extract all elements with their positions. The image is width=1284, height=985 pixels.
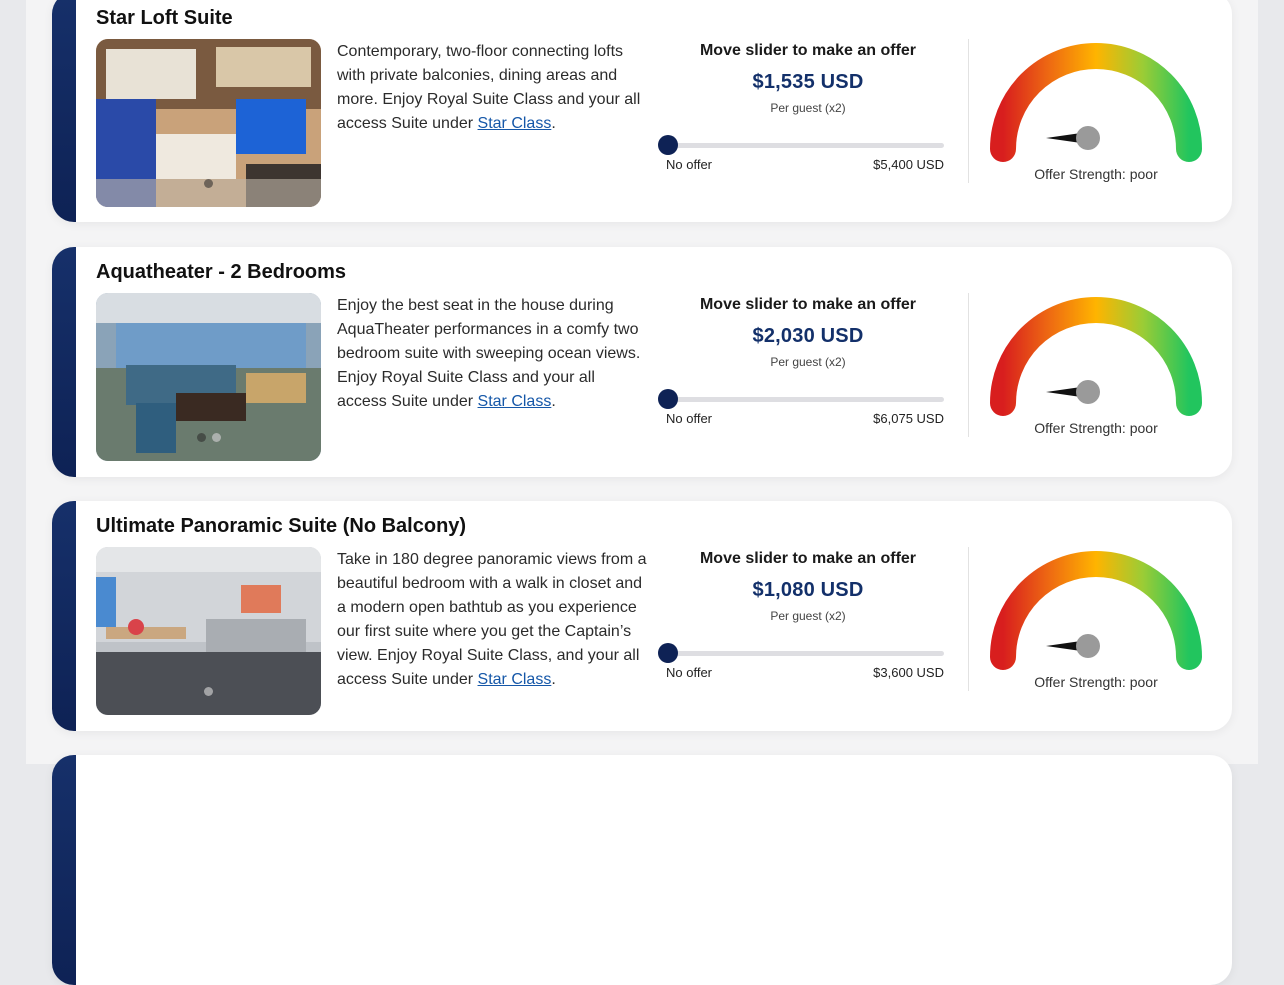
description-end: . — [551, 671, 556, 688]
offer-slider-track[interactable] — [666, 651, 944, 656]
offer-slider-panel: Move slider to make an offer $2,030 USD … — [658, 294, 958, 444]
gauge-label: Offer Strength: poor — [1034, 166, 1158, 182]
gauge-label: Offer Strength: poor — [1034, 674, 1158, 690]
offer-slider-panel: Move slider to make an offer $1,080 USD … — [658, 548, 958, 698]
suite-description: Contemporary, two-floor connecting lofts… — [337, 40, 649, 136]
offer-slider-thumb[interactable] — [658, 643, 678, 663]
gauge-hub — [1076, 380, 1100, 404]
per-guest-label: Per guest (x2) — [770, 355, 846, 369]
offer-heading: Move slider to make an offer — [699, 42, 917, 59]
slider-min-label: No offer — [666, 411, 713, 426]
carousel-dots[interactable] — [96, 429, 321, 447]
slider-min-label: No offer — [666, 665, 713, 680]
description-text: Take in 180 degree panoramic views from … — [337, 551, 647, 688]
offer-strength-gauge: Offer Strength: poor — [982, 542, 1210, 698]
divider — [968, 547, 969, 691]
suite-title: Star Loft Suite — [96, 7, 233, 29]
star-class-link[interactable]: Star Class — [478, 671, 552, 688]
carousel-dot[interactable] — [204, 687, 213, 696]
carousel-dot[interactable] — [204, 179, 213, 188]
description-end: . — [551, 115, 556, 132]
suite-title: Ultimate Panoramic Suite (No Balcony) — [96, 515, 467, 537]
card-accent-bar — [52, 755, 76, 985]
star-class-link[interactable]: Star Class — [478, 393, 552, 410]
offer-slider-track[interactable] — [666, 143, 944, 148]
offer-slider-thumb[interactable] — [658, 389, 678, 409]
card-accent-bar — [52, 0, 76, 222]
page-panel: Star Loft Suite Contemporary, two-floor … — [26, 0, 1258, 985]
carousel-dot[interactable] — [211, 433, 221, 442]
offer-slider-panel: Move slider to make an offer $1,535 USD … — [658, 40, 958, 190]
star-class-link[interactable]: Star Class — [478, 115, 552, 132]
carousel-dots[interactable] — [96, 175, 321, 193]
offer-heading: Move slider to make an offer — [699, 296, 917, 313]
gauge-hub — [1076, 634, 1100, 658]
gauge-label: Offer Strength: poor — [1034, 420, 1158, 436]
divider — [968, 39, 969, 183]
suite-description: Take in 180 degree panoramic views from … — [337, 548, 649, 692]
description-end: . — [551, 393, 556, 410]
suite-card-next — [52, 755, 1232, 985]
suite-image-carousel[interactable] — [96, 39, 321, 207]
per-guest-label: Per guest (x2) — [770, 101, 846, 115]
slider-max-label: $5,400 USD — [873, 157, 944, 172]
slider-max-label: $6,075 USD — [873, 411, 944, 426]
suite-description: Enjoy the best seat in the house during … — [337, 294, 649, 414]
gauge-dial — [990, 297, 1202, 416]
suite-card-star-loft: Star Loft Suite Contemporary, two-floor … — [52, 0, 1232, 222]
slider-max-label: $3,600 USD — [873, 665, 944, 680]
per-guest-label: Per guest (x2) — [770, 609, 846, 623]
carousel-dots[interactable] — [96, 683, 321, 701]
offer-slider-thumb[interactable] — [658, 135, 678, 155]
card-accent-bar — [52, 247, 76, 477]
offer-amount: $1,080 USD — [752, 579, 864, 601]
card-accent-bar — [52, 501, 76, 731]
carousel-dot[interactable] — [196, 433, 206, 442]
divider — [968, 293, 969, 437]
offer-slider-track[interactable] — [666, 397, 944, 402]
offer-amount: $1,535 USD — [752, 71, 864, 93]
suite-title: Aquatheater - 2 Bedrooms — [96, 261, 347, 283]
suite-image-carousel[interactable] — [96, 293, 321, 461]
offer-amount: $2,030 USD — [752, 325, 864, 347]
slider-min-label: No offer — [666, 157, 713, 172]
offer-strength-gauge: Offer Strength: poor — [982, 34, 1210, 190]
suite-card-aquatheater: Aquatheater - 2 Bedrooms Enjoy the best … — [52, 247, 1232, 477]
suite-image-carousel[interactable] — [96, 547, 321, 715]
offer-strength-gauge: Offer Strength: poor — [982, 288, 1210, 444]
suite-card-ultimate-panoramic: Ultimate Panoramic Suite (No Balcony) Ta… — [52, 501, 1232, 731]
offer-heading: Move slider to make an offer — [699, 550, 917, 567]
gauge-dial — [990, 43, 1202, 162]
gauge-dial — [990, 551, 1202, 670]
gauge-hub — [1076, 126, 1100, 150]
